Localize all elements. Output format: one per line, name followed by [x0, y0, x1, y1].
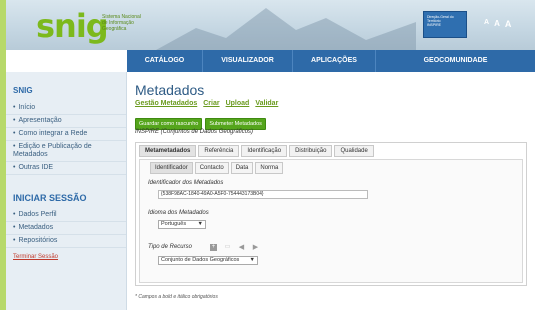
sidebar-item-como-integrar[interactable]: • Como integrar a Rede: [6, 128, 126, 141]
font-size-controls: A A A: [484, 19, 511, 29]
page-title: Metadados: [135, 82, 205, 98]
sidebar-item-metadados[interactable]: • Metadados: [6, 222, 126, 235]
sidebar-session-title: INICIAR SESSÃO: [13, 193, 87, 203]
sidebar-item-repositorios[interactable]: • Repositórios: [6, 235, 126, 248]
sidebar-snig-list: • Início • Apresentação • Como integrar a R…: [6, 102, 126, 175]
mountain-background-graphic: [156, 8, 416, 50]
main-nav: CATÁLOGO VISUALIZADOR APLICAÇÕES GEOCOMU…: [127, 50, 535, 72]
font-size-large-button[interactable]: A: [505, 19, 512, 29]
submenu-validar-link[interactable]: Validar: [255, 100, 278, 107]
previous-icon[interactable]: ◀: [238, 244, 245, 251]
nav-geocomunidade[interactable]: GEOCOMUNIDADE: [375, 50, 535, 72]
nav-catalogo[interactable]: CATÁLOGO: [127, 50, 202, 72]
inspire-label: INSPIRE (Conjuntos de Dados Geográficos): [135, 129, 254, 135]
chevron-down-icon: ▼: [249, 257, 255, 263]
language-label: Idioma dos Metadados: [148, 210, 209, 216]
tab-identificacao[interactable]: Identificação: [241, 145, 288, 157]
resource-type-label: Tipo de Recurso: [148, 244, 192, 250]
sidebar-snig-title: SNIG: [13, 86, 33, 95]
resource-type-select[interactable]: Conjunto de Dados Geográficos ▼: [158, 256, 258, 265]
identifier-field[interactable]: {538F98AC-1840-49A0-A5F0-754443173B04}: [158, 190, 368, 199]
tab-distribuicao[interactable]: Distribuição: [289, 145, 333, 157]
submenu-criar-link[interactable]: Criar: [203, 100, 219, 107]
inner-tab-panel: Identificador Contacto Data Norma Identi…: [139, 159, 523, 283]
sidebar-item-edicao-publicacao[interactable]: • Edição e Publicação de Metadados: [6, 141, 126, 162]
main-content: Metadados Gestão Metadados Criar Upload …: [127, 72, 535, 310]
subtab-contacto[interactable]: Contacto: [194, 162, 229, 174]
font-size-medium-button[interactable]: A: [494, 19, 500, 29]
submenu-gestao-link[interactable]: Gestão Metadados: [135, 100, 197, 107]
font-size-small-button[interactable]: A: [484, 19, 489, 29]
tab-referencia[interactable]: Referência: [198, 145, 240, 157]
snig-logo[interactable]: snig: [36, 10, 109, 42]
next-icon[interactable]: ▶: [252, 244, 259, 251]
metadata-submenu: Gestão Metadados Criar Upload Validar: [135, 100, 278, 107]
metadata-form-panel: Metametadados Referência Identificação D…: [135, 142, 527, 286]
subtab-data[interactable]: Data: [230, 162, 254, 174]
nav-visualizador[interactable]: VISUALIZADOR: [202, 50, 292, 72]
required-fields-note: * Campos a bold e itálico obrigatórios: [135, 294, 218, 300]
logout-link[interactable]: Terminar Sessão: [6, 254, 126, 260]
subtab-norma[interactable]: Norma: [255, 162, 284, 174]
sidebar-item-dados-perfil[interactable]: • Dados Perfil: [6, 209, 126, 222]
identifier-label: Identificador dos Metadados: [148, 180, 224, 186]
tab-qualidade[interactable]: Qualidade: [334, 145, 374, 157]
add-icon[interactable]: +: [210, 244, 217, 251]
tab-metametadados[interactable]: Metametadados: [139, 145, 197, 157]
sidebar-item-inicio[interactable]: • Início: [6, 102, 126, 115]
logo-subtitle: Sistema Nacional de Informação Geográfic…: [102, 14, 141, 32]
sidebar-session-list: • Dados Perfil • Metadados • Repositórios: [6, 209, 126, 248]
chevron-down-icon: ▼: [197, 221, 203, 227]
inner-tabs: Identificador Contacto Data Norma: [150, 162, 285, 174]
sidebar: SNIG • Início • Apresentação • Como integra…: [6, 72, 127, 310]
site-header: snig Sistema Nacional de Informação Geog…: [6, 0, 535, 50]
remove-icon[interactable]: ▭: [224, 244, 231, 251]
sidebar-item-apresentacao[interactable]: • Apresentação: [6, 115, 126, 128]
sidebar-item-outras-ide[interactable]: • Outras IDE: [6, 162, 126, 175]
language-select[interactable]: Português ▼: [158, 220, 206, 229]
submenu-upload-link[interactable]: Upload: [226, 100, 250, 107]
nav-aplicacoes[interactable]: APLICAÇÕES: [292, 50, 375, 72]
subtab-identificador[interactable]: Identificador: [150, 162, 193, 174]
partner-badge[interactable]: Direção-Geral do Território INSPIRE: [423, 11, 467, 38]
outer-tabs: Metametadados Referência Identificação D…: [139, 145, 376, 157]
